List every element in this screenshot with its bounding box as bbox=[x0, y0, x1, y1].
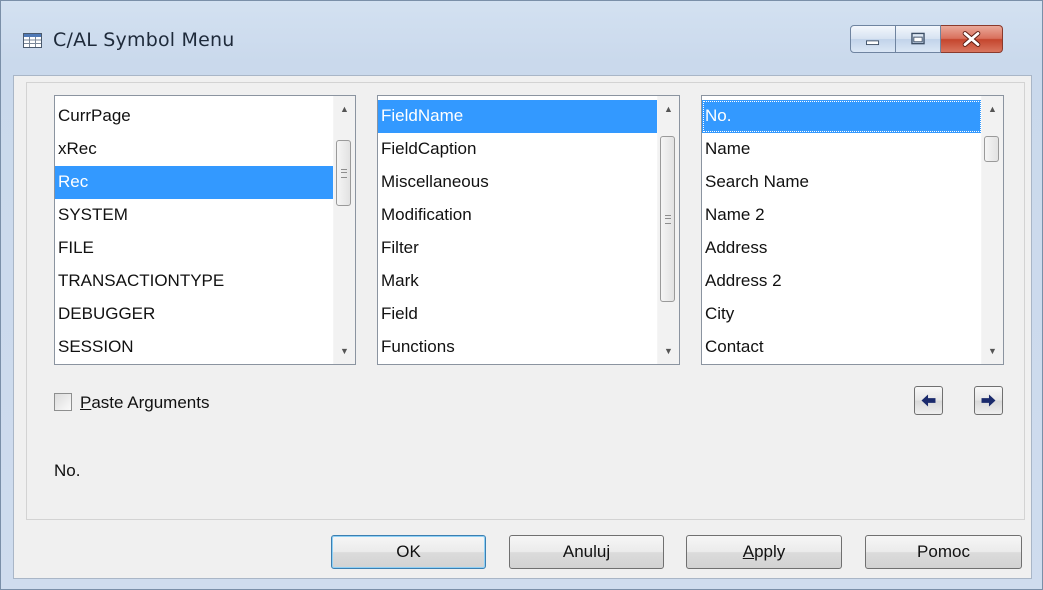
selected-symbol-text: No. bbox=[54, 461, 81, 480]
close-icon bbox=[962, 31, 981, 47]
symbol-listbox-middle[interactable]: FieldName FieldCaption Miscellaneous Mod… bbox=[377, 95, 680, 365]
vertical-scrollbar[interactable]: ▲ ▼ bbox=[333, 96, 355, 364]
grip-icon bbox=[665, 215, 671, 224]
hotkey-letter: A bbox=[742, 542, 755, 561]
scroll-down-arrow-icon[interactable]: ▼ bbox=[982, 341, 1003, 361]
minimize-icon bbox=[866, 40, 880, 46]
previous-button[interactable] bbox=[914, 386, 943, 415]
cancel-button[interactable]: Anuluj bbox=[509, 535, 664, 569]
list-item[interactable]: Address bbox=[702, 232, 982, 265]
minimize-button[interactable] bbox=[850, 25, 896, 53]
symbol-listbox-right[interactable]: No. Name Search Name Name 2 Address Addr… bbox=[701, 95, 1004, 365]
close-button[interactable] bbox=[941, 25, 1003, 53]
list-item[interactable]: Mark bbox=[378, 265, 658, 298]
list-item-selected[interactable]: FieldName bbox=[378, 100, 658, 133]
paste-arguments-label[interactable]: Paste Arguments bbox=[80, 393, 209, 413]
list-item[interactable]: Name bbox=[702, 133, 982, 166]
list-item-selected[interactable]: No. bbox=[702, 100, 982, 133]
maximize-button[interactable] bbox=[896, 25, 941, 53]
window-title: C/AL Symbol Menu bbox=[53, 29, 235, 51]
scroll-down-arrow-icon[interactable]: ▼ bbox=[658, 341, 679, 361]
list-item[interactable]: Name 2 bbox=[702, 199, 982, 232]
apply-button[interactable]: Apply bbox=[686, 535, 842, 569]
list-item[interactable]: FieldCaption bbox=[378, 133, 658, 166]
symbol-listbox-left[interactable]: CurrPage xRec Rec SYSTEM FILE TRANSACTIO… bbox=[54, 95, 356, 365]
list-item[interactable]: Address 2 bbox=[702, 265, 982, 298]
help-button[interactable]: Pomoc bbox=[865, 535, 1022, 569]
scrollbar-thumb[interactable] bbox=[660, 136, 675, 302]
list-item[interactable]: Field bbox=[378, 298, 658, 331]
list-item[interactable]: SESSION bbox=[55, 331, 334, 364]
scroll-down-arrow-icon[interactable]: ▼ bbox=[334, 341, 355, 361]
grip-icon bbox=[341, 169, 347, 178]
list-item[interactable]: TRANSACTIONTYPE bbox=[55, 265, 334, 298]
hotkey-letter: P bbox=[80, 393, 92, 412]
list-item[interactable]: DEBUGGER bbox=[55, 298, 334, 331]
list-item[interactable]: Contact bbox=[702, 331, 982, 364]
arrow-right-icon bbox=[981, 394, 996, 407]
list-item[interactable]: CurrPage bbox=[55, 100, 334, 133]
label-text: aste Arguments bbox=[91, 393, 210, 412]
scrollbar-thumb[interactable] bbox=[336, 140, 351, 206]
app-table-icon bbox=[23, 33, 42, 48]
vertical-scrollbar[interactable]: ▲ ▼ bbox=[981, 96, 1003, 364]
dialog-window: C/AL Symbol Menu CurrPage xRec Rec SYSTE… bbox=[0, 0, 1043, 590]
arrow-left-icon bbox=[921, 394, 936, 407]
list-item[interactable]: City bbox=[702, 298, 982, 331]
list-item[interactable]: Search Name bbox=[702, 166, 982, 199]
scroll-up-arrow-icon[interactable]: ▲ bbox=[982, 99, 1003, 119]
list-item[interactable]: Miscellaneous bbox=[378, 166, 658, 199]
list-item[interactable]: Functions bbox=[378, 331, 658, 364]
title-bar[interactable]: C/AL Symbol Menu bbox=[1, 1, 1042, 75]
paste-arguments-checkbox[interactable] bbox=[54, 393, 72, 411]
next-button[interactable] bbox=[974, 386, 1003, 415]
vertical-scrollbar[interactable]: ▲ ▼ bbox=[657, 96, 679, 364]
ok-button[interactable]: OK bbox=[331, 535, 486, 569]
list-item-selected[interactable]: Rec bbox=[55, 166, 334, 199]
scrollbar-thumb[interactable] bbox=[984, 136, 999, 162]
restore-icon bbox=[911, 32, 925, 45]
list-item[interactable]: Modification bbox=[378, 199, 658, 232]
list-item[interactable]: xRec bbox=[55, 133, 334, 166]
list-item[interactable]: SYSTEM bbox=[55, 199, 334, 232]
scroll-up-arrow-icon[interactable]: ▲ bbox=[334, 99, 355, 119]
list-item[interactable]: Filter bbox=[378, 232, 658, 265]
scroll-up-arrow-icon[interactable]: ▲ bbox=[658, 99, 679, 119]
button-label: pply bbox=[754, 542, 786, 561]
list-item[interactable]: FILE bbox=[55, 232, 334, 265]
